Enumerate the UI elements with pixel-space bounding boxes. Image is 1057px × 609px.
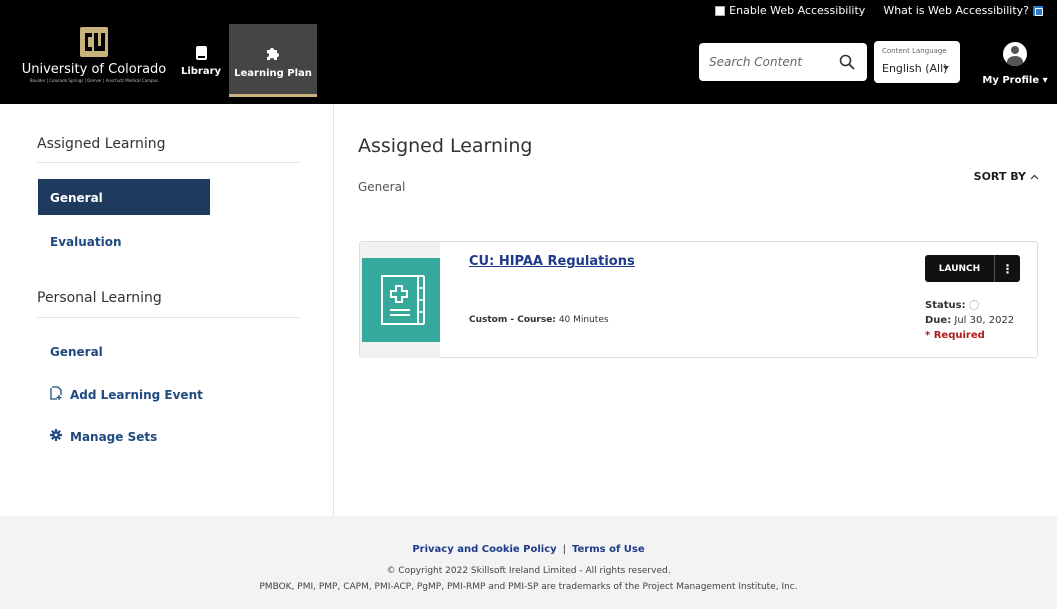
nav-learning-plan-label: Learning Plan: [234, 68, 312, 79]
sidebar-item-add-learning-event[interactable]: Add Learning Event: [50, 386, 203, 403]
nav-learning-plan[interactable]: Learning Plan: [229, 24, 317, 97]
nav-library-label: Library: [180, 66, 222, 77]
required-badge: * Required: [925, 330, 985, 341]
course-card: CU: HIPAA Regulations Custom - Course: 4…: [359, 241, 1038, 358]
sidebar-item-label: Evaluation: [50, 235, 122, 249]
search-icon[interactable]: [839, 54, 855, 74]
not-started-icon: [968, 300, 979, 310]
due-date: Jul 30, 2022: [954, 315, 1015, 326]
status-label: Status:: [925, 300, 966, 311]
footer-links: Privacy and Cookie Policy | Terms of Use: [0, 544, 1057, 555]
top-bar: Enable Web Accessibility What is Web Acc…: [0, 0, 1057, 104]
logo-name: University of Colorado: [21, 62, 167, 77]
personal-learning-heading: Personal Learning: [37, 290, 162, 306]
language-value: English (All): [882, 62, 948, 75]
sidebar-item-label: Manage Sets: [70, 429, 158, 444]
launch-button[interactable]: LAUNCH: [925, 255, 994, 282]
divider: [37, 162, 300, 163]
search-input[interactable]: [699, 43, 829, 81]
accessibility-row: Enable Web Accessibility What is Web Acc…: [715, 4, 1043, 17]
divider: [37, 317, 300, 318]
university-logo[interactable]: University of Colorado Boulder | Colorad…: [8, 26, 180, 96]
nav-library[interactable]: Library: [180, 24, 222, 97]
sort-by-label: SORT BY: [973, 170, 1026, 183]
course-type-label: Custom - Course:: [469, 315, 556, 325]
external-link-icon: [1033, 6, 1043, 16]
sidebar-item-personal-general[interactable]: General: [50, 345, 103, 359]
copyright-text: © Copyright 2022 Skillsoft Ireland Limit…: [386, 566, 671, 576]
sidebar-item-label: General: [50, 345, 103, 359]
page-title: Assigned Learning: [358, 135, 533, 157]
accessibility-help-label: What is Web Accessibility?: [883, 4, 1029, 17]
course-title-link[interactable]: CU: HIPAA Regulations: [469, 254, 635, 269]
profile-menu[interactable]: My Profile ▾: [976, 42, 1054, 92]
due-label: Due:: [925, 315, 952, 326]
chevron-up-icon: [1030, 170, 1039, 183]
course-thumbnail[interactable]: [362, 258, 440, 342]
avatar: [1003, 42, 1027, 66]
trademark-text: PMBOK, PMI, PMP, CAPM, PMI-ACP, PgMP, PM…: [259, 582, 798, 592]
sidebar-item-manage-sets[interactable]: Manage Sets: [50, 429, 157, 444]
launch-group: LAUNCH ⋮: [925, 255, 1020, 282]
sidebar-item-label: Add Learning Event: [70, 387, 203, 402]
sidebar: Assigned Learning General Evaluation Per…: [0, 104, 334, 516]
logo-campuses: Boulder | Colorado Springs | Denver | An…: [29, 78, 159, 83]
course-duration: 40 Minutes: [558, 315, 609, 325]
footer-separator: |: [562, 544, 567, 555]
footer: Privacy and Cookie Policy | Terms of Use ©…: [0, 516, 1057, 609]
privacy-link[interactable]: Privacy and Cookie Policy: [412, 544, 556, 555]
sort-by-button[interactable]: SORT BY: [974, 170, 1039, 183]
accessibility-toggle[interactable]: Enable Web Accessibility: [715, 4, 865, 17]
profile-label: My Profile ▾: [982, 75, 1048, 86]
sidebar-item-evaluation[interactable]: Evaluation: [50, 235, 122, 249]
more-options-button[interactable]: ⋮: [994, 255, 1020, 282]
course-meta: Custom - Course: 40 Minutes: [469, 315, 609, 325]
accessibility-toggle-label: Enable Web Accessibility: [729, 4, 866, 17]
book-icon: [195, 46, 207, 60]
accessibility-checkbox[interactable]: [715, 5, 726, 16]
add-event-icon: [50, 386, 62, 403]
card-thumbnail-frame: [360, 242, 440, 358]
course-status: Status: Due: Jul 30, 2022 * Required: [925, 298, 1014, 343]
puzzle-icon: [265, 46, 281, 62]
search-box: [699, 43, 867, 81]
accessibility-help-link[interactable]: What is Web Accessibility?: [883, 4, 1043, 17]
cu-logo-icon: [79, 26, 109, 58]
chevron-down-icon: [943, 66, 949, 70]
gear-icon: [50, 429, 62, 444]
language-label: Content Language: [882, 47, 947, 55]
terms-link[interactable]: Terms of Use: [572, 544, 645, 555]
assigned-learning-heading: Assigned Learning: [37, 136, 166, 152]
sidebar-item-assigned-general[interactable]: General: [38, 179, 210, 215]
page-subtitle: General: [358, 180, 406, 194]
language-select[interactable]: Content Language English (All): [874, 41, 960, 83]
